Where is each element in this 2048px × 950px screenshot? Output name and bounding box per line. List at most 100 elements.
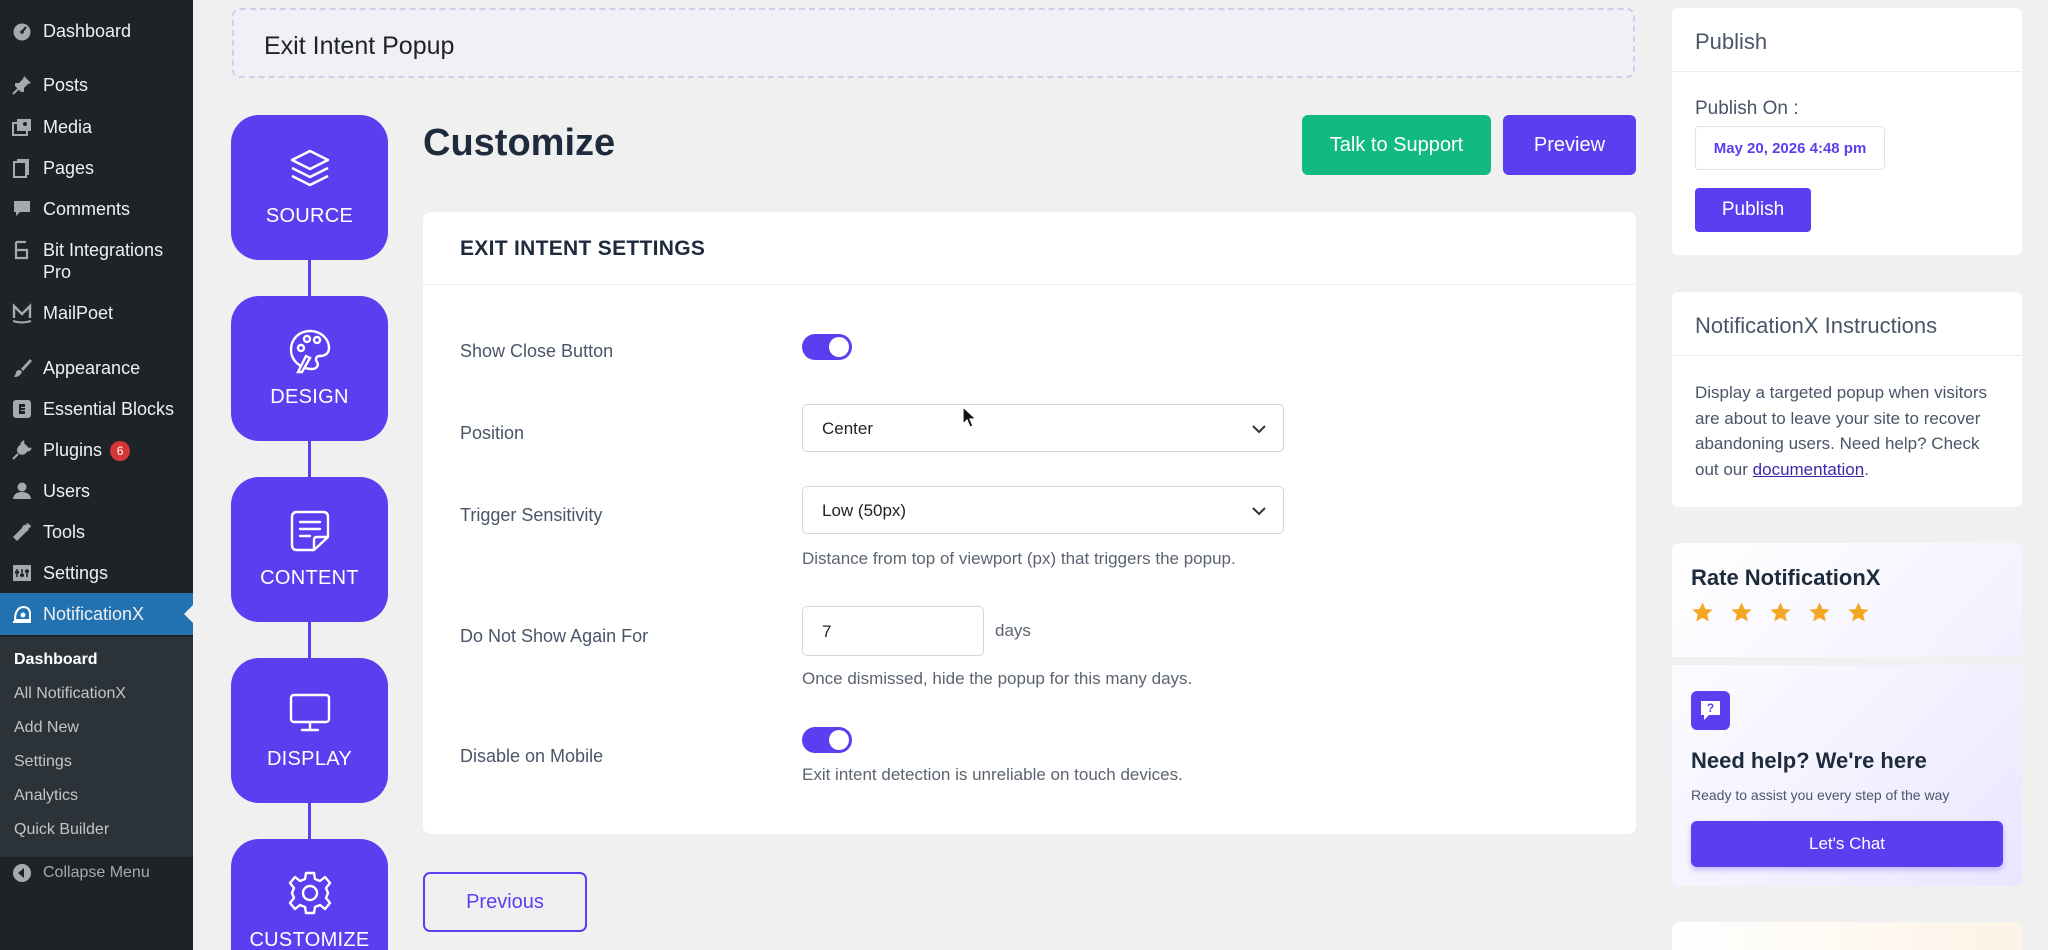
note-icon [286, 507, 334, 555]
step-design[interactable]: DESIGN [231, 296, 388, 441]
sidebar-item-label: Users [43, 481, 91, 501]
settings-heading: EXIT INTENT SETTINGS [460, 237, 706, 260]
sidebar-item-users[interactable]: Users [0, 480, 193, 502]
notification-title-field[interactable]: Exit Intent Popup [232, 8, 1635, 78]
gear-icon [286, 869, 334, 917]
sidebar-item-bit-integrations[interactable]: Bit Integrations Pro [0, 239, 193, 283]
step-label: SOURCE [265, 205, 354, 227]
rate-panel: Rate NotificationX ? Need help? We're he… [1672, 543, 2022, 886]
step-display[interactable]: DISPLAY [231, 658, 388, 803]
notificationx-submenu: Dashboard All NotificationX Add New Sett… [0, 637, 193, 857]
do-not-show-days-input[interactable]: 7 [802, 606, 984, 656]
sidebar-item-label: Essential Blocks [43, 399, 175, 419]
talk-to-support-button[interactable]: Talk to Support [1302, 115, 1491, 175]
star-icon[interactable] [1769, 601, 1792, 624]
documentation-link[interactable]: documentation [1753, 460, 1865, 479]
instructions-period: . [1864, 459, 1869, 479]
preview-button[interactable]: Preview [1503, 115, 1636, 175]
position-select[interactable]: Center [802, 404, 1284, 452]
sidebar-item-appearance[interactable]: Appearance [0, 357, 193, 379]
step-label: CONTENT [260, 567, 359, 589]
submenu-settings[interactable]: Settings [14, 753, 72, 771]
collapse-arrow-icon [11, 862, 33, 884]
sidebar-item-posts[interactable]: Posts [0, 74, 193, 96]
exit-intent-settings-card: EXIT INTENT SETTINGS Show Close Button P… [423, 212, 1636, 834]
publish-button[interactable]: Publish [1695, 188, 1811, 232]
mailpoet-icon [11, 302, 33, 324]
sidebar-item-label: Appearance [43, 358, 141, 378]
rate-title: Rate NotificationX [1691, 565, 1881, 590]
step-connector [308, 802, 311, 840]
settings-icon [11, 562, 33, 584]
sidebar-item-comments[interactable]: Comments [0, 198, 193, 220]
collapse-menu-label: Collapse Menu [43, 864, 150, 881]
step-label: DISPLAY [266, 748, 353, 770]
trigger-sensitivity-label: Trigger Sensitivity [460, 505, 603, 525]
sidebar-item-settings[interactable]: Settings [0, 562, 193, 584]
collapse-menu-button[interactable]: Collapse Menu [0, 862, 193, 884]
days-unit-label: days [995, 621, 1031, 640]
show-close-button-toggle[interactable] [802, 334, 852, 360]
sidebar-item-essential-blocks[interactable]: Essential Blocks [0, 398, 193, 420]
submenu-dashboard[interactable]: Dashboard [14, 651, 98, 669]
sidebar-item-tools[interactable]: Tools [0, 521, 193, 543]
sidebar-item-dashboard[interactable]: Dashboard [0, 20, 193, 42]
lets-chat-button[interactable]: Let's Chat [1691, 821, 2003, 867]
disable-on-mobile-help: Exit intent detection is unreliable on t… [802, 765, 1183, 784]
rating-stars [1691, 601, 1870, 624]
sidebar-item-label: NotificationX [43, 604, 145, 624]
sidebar-item-notificationx[interactable]: NotificationX [0, 593, 193, 635]
submenu-add-new[interactable]: Add New [14, 719, 79, 737]
notificationx-icon [11, 603, 33, 625]
do-not-show-days-value: 7 [822, 622, 832, 641]
step-connector [308, 621, 311, 659]
bit-integrations-icon [11, 239, 33, 261]
sidebar-item-label: Posts [43, 75, 89, 95]
sidebar-item-label: Bit Integrations Pro [43, 240, 164, 282]
trigger-sensitivity-select[interactable]: Low (50px) [802, 486, 1284, 534]
step-content[interactable]: CONTENT [231, 477, 388, 622]
brush-icon [11, 357, 33, 379]
publish-panel: Publish Publish On : May 20, 2026 4:48 p… [1672, 8, 2022, 255]
sidebar-item-label: Media [43, 117, 93, 137]
help-chat-icon: ? [1691, 691, 1730, 730]
next-panel-peek [1672, 922, 2022, 950]
user-icon [11, 480, 33, 502]
sidebar-item-label: MailPoet [43, 303, 114, 323]
essential-blocks-icon [11, 398, 33, 420]
step-customize[interactable]: CUSTOMIZE [231, 839, 388, 950]
step-connector [308, 259, 311, 297]
step-label: DESIGN [270, 386, 349, 408]
previous-button[interactable]: Previous [423, 872, 587, 932]
sidebar-item-media[interactable]: Media [0, 116, 193, 138]
submenu-quick-builder[interactable]: Quick Builder [14, 821, 109, 839]
sidebar-item-pages[interactable]: Pages [0, 157, 193, 179]
step-source[interactable]: SOURCE [231, 115, 388, 260]
sidebar-item-plugins[interactable]: Plugins 6 [0, 439, 193, 461]
palette-icon [286, 326, 334, 374]
instructions-heading: NotificationX Instructions [1695, 313, 1938, 338]
show-close-button-label: Show Close Button [460, 341, 614, 361]
chevron-down-icon [1249, 419, 1269, 439]
publish-date-field[interactable]: May 20, 2026 4:48 pm [1695, 126, 1885, 170]
instructions-panel: NotificationX Instructions Display a tar… [1672, 292, 2022, 507]
submenu-analytics[interactable]: Analytics [14, 787, 78, 805]
dashboard-icon [11, 20, 33, 42]
star-icon[interactable] [1730, 601, 1753, 624]
disable-on-mobile-toggle[interactable] [802, 727, 852, 753]
star-icon[interactable] [1691, 601, 1714, 624]
pages-icon [11, 157, 33, 179]
star-icon[interactable] [1847, 601, 1870, 624]
sidebar-item-label: Plugins [43, 440, 103, 460]
help-subtitle: Ready to assist you every step of the wa… [1691, 787, 1950, 803]
submenu-all-notificationx[interactable]: All NotificationX [14, 685, 126, 703]
media-icon [11, 116, 33, 138]
monitor-icon [286, 688, 334, 736]
plug-icon [11, 439, 33, 461]
publish-heading: Publish [1695, 29, 1768, 54]
chevron-down-icon [1249, 501, 1269, 521]
star-icon[interactable] [1808, 601, 1831, 624]
sidebar-item-label: Tools [43, 522, 86, 542]
do-not-show-help: Once dismissed, hide the popup for this … [802, 669, 1193, 688]
sidebar-item-mailpoet[interactable]: MailPoet [0, 302, 193, 324]
